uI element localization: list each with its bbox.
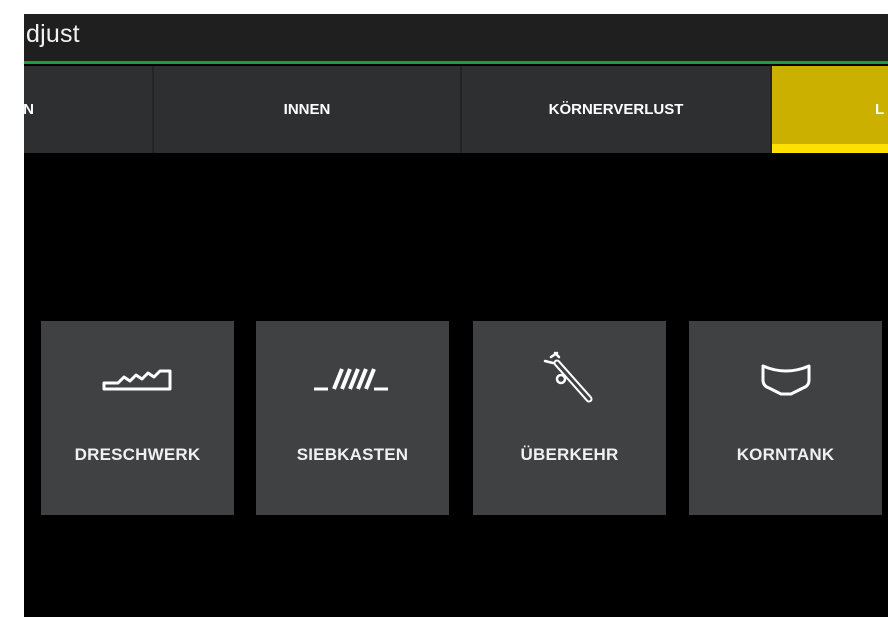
threshing-drum-icon (41, 339, 234, 419)
tab-label: INNEN (283, 101, 331, 118)
tile-label: SIEBKASTEN (296, 445, 409, 464)
sieve-box-icon (256, 339, 449, 419)
tailings-auger-icon (473, 339, 666, 419)
title-bar: djust (24, 14, 888, 64)
tab-label: L (875, 101, 885, 118)
tile-label: KORNTANK (736, 445, 835, 464)
tab-koernerverlust[interactable]: KÖRNERVERLUST (462, 66, 772, 153)
tab-active-partial-right[interactable]: L (772, 66, 888, 153)
ueberkehr-button[interactable]: ÜBERKEHR (473, 321, 666, 515)
tab-innen[interactable]: INNEN (154, 66, 462, 153)
tab-partial-left[interactable]: N (24, 66, 154, 153)
tab-label: N (24, 101, 34, 118)
tile-label: ÜBERKEHR (520, 445, 619, 464)
tile-label: DRESCHWERK (74, 445, 201, 464)
grain-tank-icon (689, 339, 882, 419)
dreschwerk-button[interactable]: DRESCHWERK (41, 321, 234, 515)
tab-label: KÖRNERVERLUST (548, 101, 684, 118)
page-title: djust (26, 20, 80, 48)
siebkasten-button[interactable]: SIEBKASTEN (256, 321, 449, 515)
app-screen: djust N INNEN KÖRNERVERLUST L DRESCHWERK (24, 14, 888, 617)
korntank-button[interactable]: KORNTANK (689, 321, 882, 515)
tab-bar: N INNEN KÖRNERVERLUST L (24, 66, 888, 153)
